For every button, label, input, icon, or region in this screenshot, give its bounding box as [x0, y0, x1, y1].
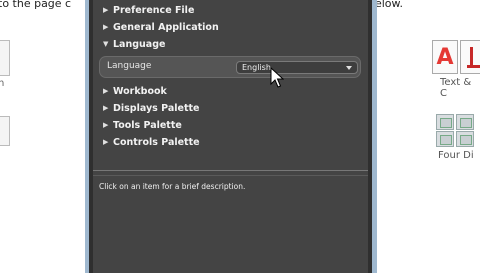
tree-item-label: Displays Palette: [113, 103, 200, 114]
description-pane: Click on an item for a brief description…: [93, 175, 368, 267]
preferences-dialog: ▶ Preference File ▶ General Application ▼ L…: [85, 0, 377, 273]
expand-arrow-icon[interactable]: ▶: [103, 19, 113, 35]
text-tool-icon: A: [432, 40, 458, 74]
text-tool-glyph: A: [436, 44, 454, 70]
tree-item-label: Controls Palette: [113, 137, 200, 148]
language-select[interactable]: English: [236, 61, 358, 74]
tree-item-label: Tools Palette: [113, 120, 182, 131]
tree-item-label: Workbook: [113, 86, 167, 97]
display-grid-icon: [436, 131, 454, 147]
mouse-cursor-icon: [270, 67, 284, 88]
background-left-icon: [0, 40, 10, 76]
language-setting-label: Language: [107, 61, 152, 71]
display-grid-icon: [436, 114, 454, 130]
collapse-arrow-icon[interactable]: ▼: [103, 36, 113, 52]
tree-item-displays-palette[interactable]: ▶ Displays Palette: [103, 100, 199, 116]
tree-item-controls-palette[interactable]: ▶ Controls Palette: [103, 134, 200, 150]
background-left-label: n: [0, 78, 5, 89]
four-displays-label: Four Di: [438, 150, 474, 161]
tree-item-workbook[interactable]: ▶ Workbook: [103, 83, 167, 99]
background-text-left: to the page c: [0, 0, 72, 10]
expand-arrow-icon[interactable]: ▶: [103, 83, 113, 99]
display-grid-icon: [456, 114, 474, 130]
expand-arrow-icon[interactable]: ▶: [103, 117, 113, 133]
description-text: Click on an item for a brief description…: [99, 182, 246, 191]
expand-arrow-icon[interactable]: ▶: [103, 100, 113, 116]
tree-item-label: Preference File: [113, 5, 195, 16]
tree-item-label: General Application: [113, 22, 219, 33]
language-select-value: English: [242, 63, 271, 72]
tree-item-language[interactable]: ▼ Language: [103, 36, 165, 52]
tree-item-label: Language: [113, 39, 166, 50]
tree-item-general-application[interactable]: ▶ General Application: [103, 19, 219, 35]
background-left-icon-2: [0, 116, 10, 146]
text-tools-label: Text & C: [440, 77, 472, 99]
language-setting-row: Language English: [99, 56, 361, 78]
line-tool-icon: [460, 40, 480, 74]
chevron-down-icon[interactable]: [346, 66, 352, 70]
display-grid-icon: [456, 131, 474, 147]
pane-divider[interactable]: [93, 170, 368, 171]
tree-item-preference-file[interactable]: ▶ Preference File: [103, 2, 194, 18]
expand-arrow-icon[interactable]: ▶: [103, 2, 113, 18]
expand-arrow-icon[interactable]: ▶: [103, 134, 113, 150]
preferences-panel: ▶ Preference File ▶ General Application ▼ L…: [93, 0, 368, 273]
tree-item-tools-palette[interactable]: ▶ Tools Palette: [103, 117, 182, 133]
